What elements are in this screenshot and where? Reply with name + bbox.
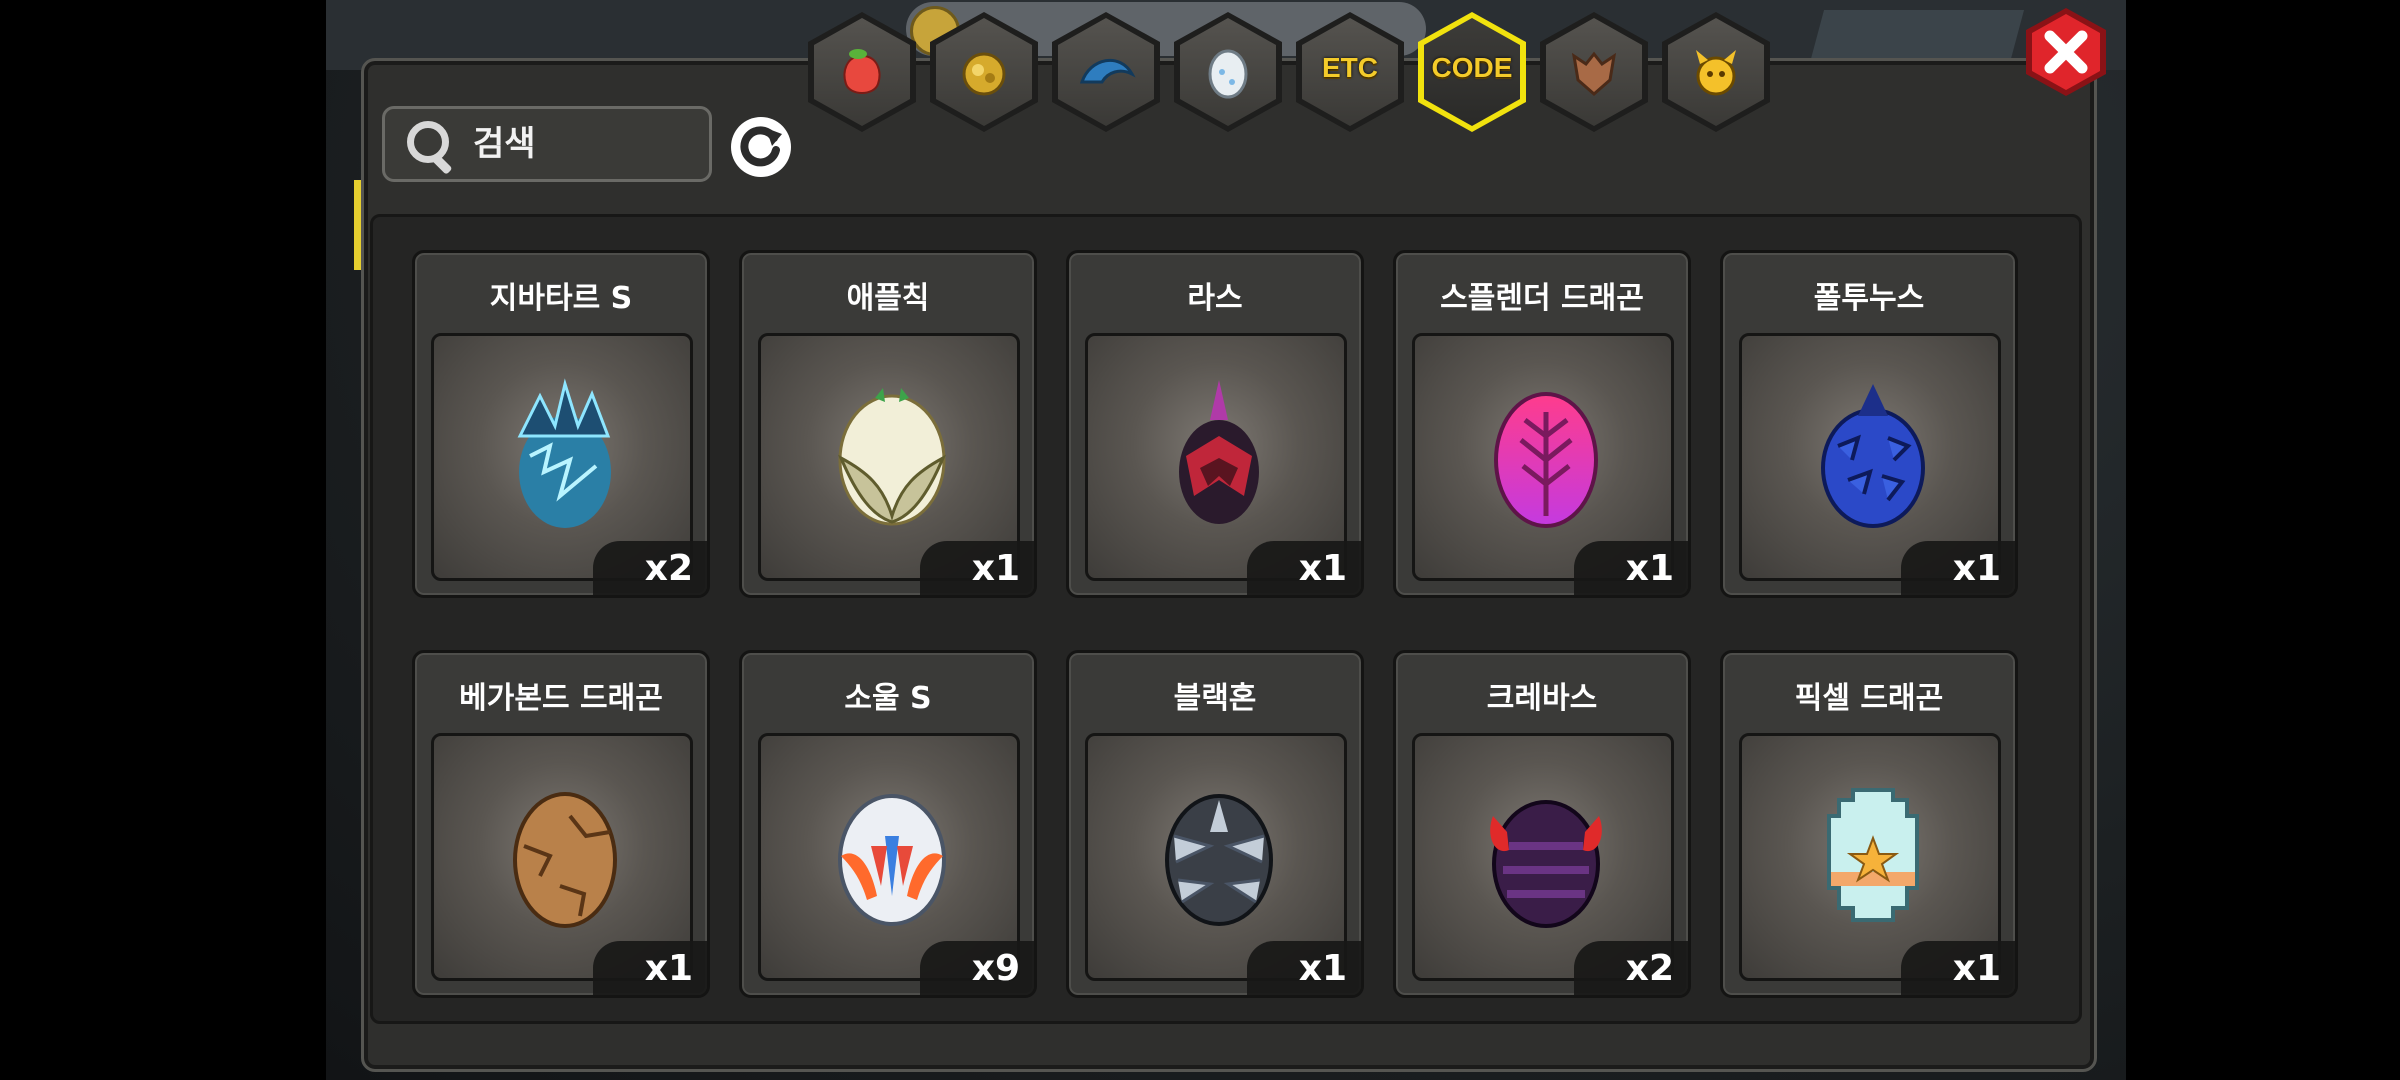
refresh-icon[interactable]	[730, 116, 792, 178]
item-card[interactable]: 라스 x1	[1066, 250, 1364, 598]
item-name: 베가본드 드래곤	[459, 681, 663, 716]
item-count: x1	[920, 541, 1034, 595]
item-name: 스플렌더 드래곤	[1440, 281, 1644, 316]
storm-egg-icon	[517, 378, 611, 528]
item-name: 픽셀 드래곤	[1794, 681, 1944, 716]
item-count: x1	[1901, 941, 2015, 995]
item-name: 라스	[1187, 281, 1243, 316]
item-count: x1	[1247, 941, 1361, 995]
item-name: 지바타르 S	[489, 281, 633, 316]
silver-horn-egg-icon	[1165, 794, 1273, 926]
item-count: x1	[1901, 541, 2015, 595]
item-count: x1	[1574, 541, 1688, 595]
purple-armored-egg-icon	[1490, 800, 1602, 928]
search-box[interactable]	[382, 106, 712, 182]
item-count: x9	[920, 941, 1034, 995]
item-name: 소울 S	[844, 681, 932, 716]
search-input[interactable]	[471, 123, 695, 165]
pixel-star-egg-icon	[1827, 788, 1919, 922]
brown-cracked-egg-icon	[513, 792, 617, 928]
item-card[interactable]: 지바타르 S x2	[412, 250, 710, 598]
item-card[interactable]: 스플렌더 드래곤 x1	[1393, 250, 1691, 598]
item-card[interactable]: 애플칙 x1	[739, 250, 1037, 598]
item-card[interactable]: 크레바스 x2	[1393, 650, 1691, 998]
item-name: 애플칙	[846, 281, 930, 316]
dark-red-spiked-egg-icon	[1179, 380, 1259, 524]
tab-monster[interactable]	[1662, 12, 1770, 132]
tab-code-label: CODE	[1431, 52, 1513, 83]
item-count: x2	[1574, 941, 1688, 995]
monster-face-icon	[1696, 50, 1736, 96]
pink-feather-egg-icon	[1494, 392, 1598, 528]
item-card[interactable]: 소울 S x9	[739, 650, 1037, 998]
item-name: 블랙혼	[1173, 681, 1257, 716]
item-card[interactable]: 블랙혼 x1	[1066, 650, 1364, 998]
beast-icon	[1571, 51, 1617, 96]
tab-fruit[interactable]	[808, 12, 916, 132]
white-flame-egg-icon	[838, 794, 946, 926]
search-icon	[403, 117, 457, 175]
tab-ore[interactable]	[930, 12, 1038, 132]
tab-etc-label: ETC	[1322, 52, 1378, 83]
item-name: 크레바스	[1486, 681, 1598, 716]
item-card[interactable]: 픽셀 드래곤 x1	[1720, 650, 2018, 998]
item-name: 폴투누스	[1813, 281, 1925, 316]
winged-cream-egg-icon	[837, 388, 947, 526]
item-count: x2	[593, 541, 707, 595]
item-count: x1	[593, 941, 707, 995]
tab-wing[interactable]	[1052, 12, 1160, 132]
blue-wing-icon	[1079, 58, 1136, 84]
item-card[interactable]: 베가본드 드래곤 x1	[412, 650, 710, 998]
blue-scaled-egg-icon	[1821, 384, 1925, 528]
tab-etc[interactable]: ETC	[1296, 12, 1404, 132]
tab-beast[interactable]	[1540, 12, 1648, 132]
tab-egg[interactable]	[1174, 12, 1282, 132]
item-count: x1	[1247, 541, 1361, 595]
tab-code[interactable]: CODE	[1418, 12, 1526, 132]
fruit-icon	[843, 49, 881, 94]
item-card[interactable]: 폴투누스 x1	[1720, 250, 2018, 598]
egg-icon	[1208, 49, 1248, 99]
gold-ore-icon	[962, 52, 1006, 96]
close-button[interactable]	[2022, 6, 2110, 98]
